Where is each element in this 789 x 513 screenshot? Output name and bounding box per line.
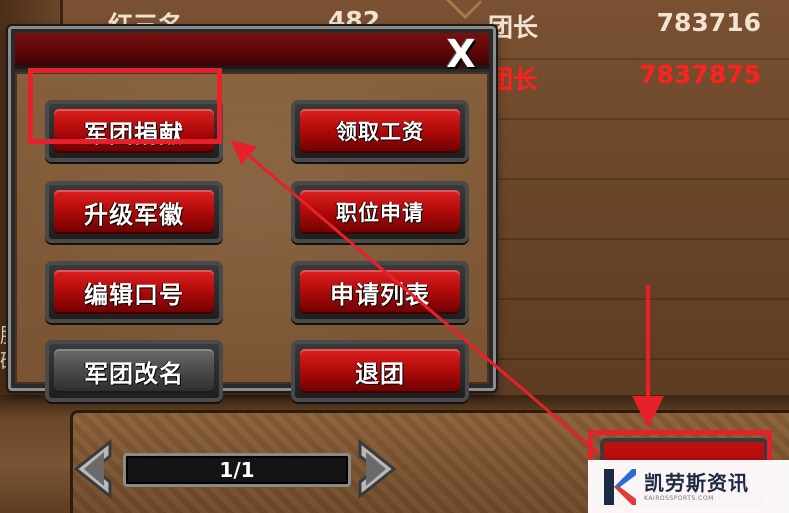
donate-button[interactable]: 军团捐献 bbox=[45, 100, 223, 162]
application-list-button[interactable]: 申请列表 bbox=[291, 261, 469, 323]
quit-legion-label: 退团 bbox=[300, 349, 460, 393]
quit-legion-button[interactable]: 退团 bbox=[291, 340, 469, 402]
watermark-title: 凯劳斯资讯 bbox=[644, 470, 749, 495]
chevron-left-icon bbox=[73, 438, 112, 500]
member-contribution: 783716 bbox=[656, 8, 761, 37]
rename-legion-button[interactable]: 军团改名 bbox=[45, 340, 223, 402]
close-button[interactable]: X bbox=[441, 35, 481, 73]
donate-label: 军团捐献 bbox=[54, 109, 214, 153]
popup-body: 军团捐献 领取工资 升级军徽 职位申请 编辑口号 申请列表 军团改名 退团 bbox=[15, 72, 489, 402]
rename-legion-label: 军团改名 bbox=[54, 349, 214, 393]
legion-menu-popup: X 军团捐献 领取工资 升级军徽 职位申请 编辑口号 申请列表 军团改名 退团 bbox=[8, 26, 496, 402]
position-apply-button[interactable]: 职位申请 bbox=[291, 181, 469, 243]
edit-slogan-label: 编辑口号 bbox=[54, 270, 214, 314]
popup-header: X bbox=[15, 33, 489, 73]
collect-salary-label: 领取工资 bbox=[300, 109, 460, 153]
previous-page-button[interactable] bbox=[70, 438, 114, 500]
collect-salary-button[interactable]: 领取工资 bbox=[291, 100, 469, 162]
page-indicator: 1/1 bbox=[123, 453, 351, 487]
position-apply-label: 职位申请 bbox=[300, 190, 460, 234]
brand-logo-icon bbox=[604, 468, 636, 505]
application-list-label: 申请列表 bbox=[300, 270, 460, 314]
upgrade-emblem-button[interactable]: 升级军徽 bbox=[45, 181, 223, 243]
watermark: 凯劳斯资讯 KAIROSSPORTS.COM bbox=[588, 460, 789, 513]
edit-slogan-button[interactable]: 编辑口号 bbox=[45, 261, 223, 323]
member-contribution: 7837875 bbox=[639, 60, 761, 89]
watermark-subtitle: KAIROSSPORTS.COM bbox=[644, 494, 714, 502]
next-page-button[interactable] bbox=[356, 438, 400, 500]
upgrade-emblem-label: 升级军徽 bbox=[54, 190, 214, 234]
chevron-right-icon bbox=[358, 438, 397, 500]
